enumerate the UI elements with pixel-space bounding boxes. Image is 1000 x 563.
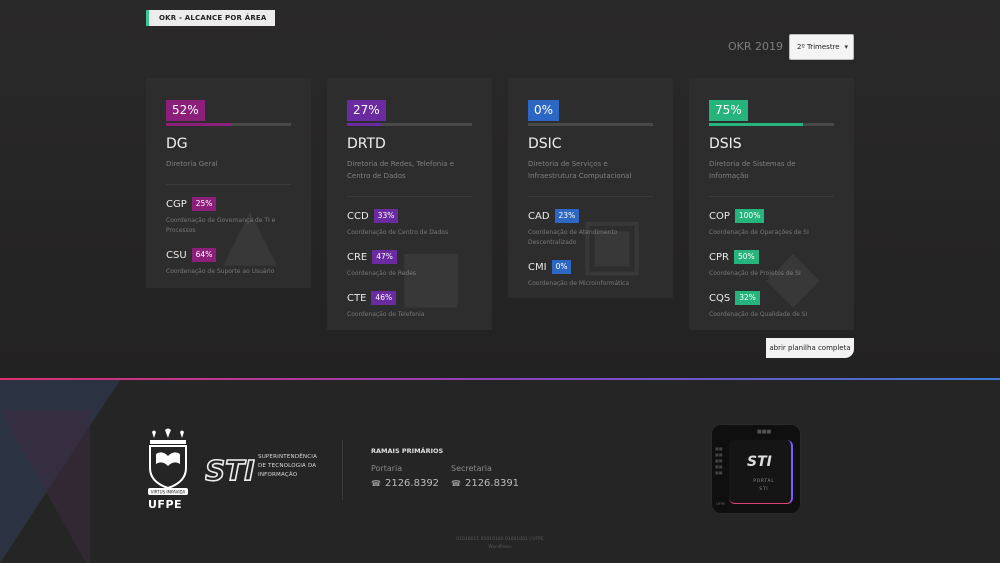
phone-label: Portaria	[371, 464, 403, 473]
ramais-title: RAMAIS PRIMÁRIOS	[371, 447, 444, 455]
sub-percent: 0%	[551, 260, 572, 274]
sub-code: CMI	[528, 261, 547, 273]
credit-line[interactable]: WordPress	[0, 544, 1000, 552]
progress-bar	[347, 123, 472, 126]
card-drtd: ■ 27% DRTD Diretoria de Redes, Telefonia…	[327, 78, 492, 330]
sub-code: CQS	[709, 292, 731, 304]
card-dsis: ◆ 75% DSIS Diretoria de Sistemas de Info…	[689, 78, 854, 330]
portal-label-line: PORTAL	[753, 478, 775, 483]
ufpe-motto: VIRTUS IMPAVIDA	[151, 490, 186, 495]
building-icon: ▲	[223, 192, 277, 274]
card-title: DSIS	[709, 136, 742, 152]
sub-code: CCD	[347, 210, 369, 222]
progress-fill	[347, 123, 381, 126]
progress-bar	[166, 123, 291, 126]
network-icon: ■	[397, 234, 465, 316]
footer-vertical-divider	[342, 440, 343, 500]
sti-subtitle-line: SUPERINTENDÊNCIA	[258, 454, 318, 460]
card-description: Diretoria de Serviços e Infraestrutura C…	[528, 158, 653, 197]
quarter-select-value: 2º Trimestre	[797, 43, 840, 51]
sub-percent: 23%	[554, 209, 580, 223]
monitor-icon: ▣	[578, 202, 646, 284]
sti-logo-text: STI	[205, 454, 255, 485]
sub-percent: 47%	[372, 250, 397, 264]
sti-subtitle: SUPERINTENDÊNCIA DE TECNOLOGIA DA INFORM…	[258, 453, 317, 480]
phone-icon: ☎	[371, 479, 381, 488]
sub-code: CPR	[709, 251, 729, 263]
card-description: Diretoria de Redes, Telefonia e Centro d…	[347, 158, 472, 197]
sub-code: CSU	[166, 249, 187, 261]
sub-code: CAD	[528, 210, 550, 222]
progress-fill	[166, 123, 231, 126]
sub-percent: 64%	[191, 248, 217, 262]
portal-sti-logo: STI	[747, 454, 772, 470]
card-dsic: ▣ 0% DSIC Diretoria de Serviços e Infrae…	[508, 78, 673, 298]
phone-number[interactable]: 2126.8392	[385, 478, 439, 489]
card-dg: ▲ 52% DG Diretoria Geral CGP 25% Coorden…	[146, 78, 311, 288]
sub-code: COP	[709, 210, 730, 222]
card-percent: 27%	[347, 100, 386, 121]
portal-label-line: STI	[759, 486, 769, 491]
phone-label: Secretaria	[451, 464, 492, 473]
progress-bar	[709, 123, 834, 126]
portal-sti-badge[interactable]: ■■■ ■■ ■■ ■■ ■■ ■■ STI PORTAL STI UFPE	[711, 424, 801, 514]
sub-percent: 32%	[735, 291, 760, 305]
card-percent: 52%	[166, 100, 205, 121]
ufpe-label: UFPE	[148, 498, 183, 511]
portal-corner-label: UFPE	[716, 502, 725, 506]
sub-percent: 25%	[191, 197, 217, 211]
quarter-select[interactable]: 2º Trimestre ▾	[789, 34, 854, 60]
sub-percent: 50%	[733, 250, 759, 264]
portal-label: PORTAL STI	[749, 477, 779, 493]
phone-number[interactable]: 2126.8391	[465, 478, 519, 489]
code-icon: ◆	[766, 234, 820, 316]
keys-icon: ■■ ■■ ■■ ■■ ■■	[715, 446, 723, 475]
sti-logo-icon: STI	[205, 453, 255, 485]
progress-fill	[709, 123, 803, 126]
keys-icon: ■■■	[757, 429, 772, 435]
sub-code: CGP	[166, 198, 187, 210]
card-description: Diretoria Geral	[166, 158, 291, 185]
card-title: DG	[166, 136, 188, 152]
okr-year-label: OKR 2019	[728, 40, 784, 53]
phone-secretaria: Secretaria ☎ 2126.8391	[451, 464, 519, 489]
phone-portaria: Portaria ☎ 2126.8392	[371, 464, 439, 489]
credit-line: 01010011 01010100 01001001 | UFPE	[456, 537, 544, 542]
card-description: Diretoria de Sistemas de Informação	[709, 158, 834, 197]
portal-screen: STI PORTAL STI	[729, 440, 793, 504]
card-percent: 75%	[709, 100, 748, 121]
sti-subtitle-line: DE TECNOLOGIA DA	[258, 463, 317, 469]
footer-credit: 01010011 01010100 01001001 | UFPE WordPr…	[0, 536, 1000, 552]
sti-subtitle-line: INFORMAÇÃO	[258, 472, 298, 478]
sub-code: CTE	[347, 292, 367, 304]
section-tag: OKR - ALCANCE POR ÁREA	[146, 10, 275, 26]
sub-code: CRE	[347, 251, 368, 263]
progress-bar	[528, 123, 653, 126]
sub-percent: 100%	[734, 209, 765, 223]
card-percent: 0%	[528, 100, 560, 121]
chevron-down-icon: ▾	[844, 43, 848, 51]
sub-percent: 46%	[371, 291, 397, 305]
card-title: DSIC	[528, 136, 562, 152]
card-title: DRTD	[347, 136, 386, 152]
phone-icon: ☎	[451, 479, 461, 488]
sub-percent: 33%	[373, 209, 399, 223]
open-sheet-button[interactable]: abrir planilha completa	[766, 338, 854, 358]
